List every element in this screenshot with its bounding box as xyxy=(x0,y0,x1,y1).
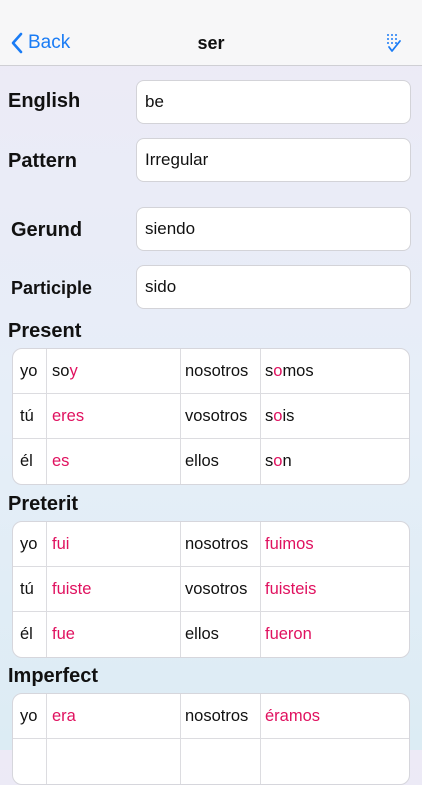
gerund-field[interactable]: siendo xyxy=(136,207,411,251)
pronoun-cell: yo xyxy=(13,522,47,566)
plural-pronoun-cell: nosotros xyxy=(181,694,261,738)
irregular-segment: es xyxy=(52,452,70,470)
irregular-segment: fuiste xyxy=(52,579,92,598)
irregular-segment: fueron xyxy=(265,625,312,643)
regular-segment: is xyxy=(282,406,295,425)
irregular-segment: fuimos xyxy=(265,534,314,553)
regular-segment: mos xyxy=(282,361,314,380)
table-row: él es ellos s o n xyxy=(13,439,409,484)
english-label: English xyxy=(8,90,81,112)
pronoun-cell: él xyxy=(13,612,47,657)
singular-form-cell: so y xyxy=(47,349,181,393)
singular-form-cell: fue xyxy=(47,612,181,657)
conjugation-table-preterit: yo fui nosotros fuimos tú fuiste vosotros fuist… xyxy=(12,521,410,658)
singular-form-cell: fuiste xyxy=(47,567,181,611)
navigation-bar: Back ser xyxy=(0,0,422,66)
plural-pronoun-cell: nosotros xyxy=(181,522,261,566)
pattern-field[interactable]: Irregular xyxy=(136,138,411,182)
table-row: tú eres vosotros s o is xyxy=(13,394,409,439)
singular-form-cell xyxy=(47,739,181,784)
irregular-segment: eres xyxy=(52,406,85,425)
singular-form-cell: eres xyxy=(47,394,181,438)
pronoun-cell: yo xyxy=(13,694,47,738)
plural-pronoun-cell: ellos xyxy=(181,612,261,657)
table-row: él fue ellos fueron xyxy=(13,612,409,657)
section-title-present: Present xyxy=(8,320,82,342)
plural-form-cell xyxy=(261,739,409,784)
irregular-segment: fuisteis xyxy=(265,579,317,598)
singular-form-cell: es xyxy=(47,439,181,484)
plural-form-cell: fuisteis xyxy=(261,567,409,611)
pronoun-cell: yo xyxy=(13,349,47,393)
plural-form-cell: fuimos xyxy=(261,522,409,566)
gerund-label: Gerund xyxy=(11,219,83,241)
plural-form-cell: fueron xyxy=(261,612,409,657)
plural-form-cell: éramos xyxy=(261,694,409,738)
english-field[interactable]: be xyxy=(136,80,411,124)
table-row: yo so y nosotros s o mos xyxy=(13,349,409,394)
irregular-segment: éramos xyxy=(265,706,321,725)
irregular-segment: fue xyxy=(52,625,75,643)
pronoun-cell xyxy=(13,739,47,784)
plural-pronoun-cell: nosotros xyxy=(181,349,261,393)
irregular-segment: era xyxy=(52,706,76,725)
section-title-preterit: Preterit xyxy=(8,493,79,515)
page-title: ser xyxy=(197,33,225,53)
plural-form-cell: s o mos xyxy=(261,349,409,393)
irregular-segment: o xyxy=(273,361,283,380)
conjugation-table-present: yo so y nosotros s o mos tú eres vosotros s o is él es… xyxy=(12,348,410,485)
regular-segment: s xyxy=(265,406,274,425)
regular-segment: s xyxy=(265,361,274,380)
singular-form-cell: fui xyxy=(47,522,181,566)
irregular-segment: o xyxy=(273,406,283,425)
checklist-icon[interactable] xyxy=(384,32,402,54)
table-row: yo era nosotros éramos xyxy=(13,694,409,739)
pronoun-cell: él xyxy=(13,439,47,484)
pattern-label: Pattern xyxy=(8,150,77,172)
plural-pronoun-cell: ellos xyxy=(181,439,261,484)
participle-label: Participle xyxy=(11,278,93,298)
irregular-segment: y xyxy=(69,361,78,380)
irregular-segment: fui xyxy=(52,534,70,553)
regular-segment: so xyxy=(52,361,70,380)
plural-pronoun-cell: vosotros xyxy=(181,394,261,438)
plural-pronoun-cell xyxy=(181,739,261,784)
section-title-imperfect: Imperfect xyxy=(8,665,99,687)
regular-segment: n xyxy=(282,452,292,470)
table-row: tú fuiste vosotros fuisteis xyxy=(13,567,409,612)
plural-form-cell: s o is xyxy=(261,394,409,438)
table-row: yo fui nosotros fuimos xyxy=(13,522,409,567)
pronoun-cell: tú xyxy=(13,394,47,438)
conjugation-table-imperfect: yo era nosotros éramos xyxy=(12,693,410,785)
plural-pronoun-cell: vosotros xyxy=(181,567,261,611)
regular-segment: s xyxy=(265,452,274,470)
participle-field[interactable]: sido xyxy=(136,265,411,309)
singular-form-cell: era xyxy=(47,694,181,738)
table-row xyxy=(13,739,409,784)
pronoun-cell: tú xyxy=(13,567,47,611)
plural-form-cell: son xyxy=(261,439,409,484)
irregular-segment: o xyxy=(273,452,283,470)
